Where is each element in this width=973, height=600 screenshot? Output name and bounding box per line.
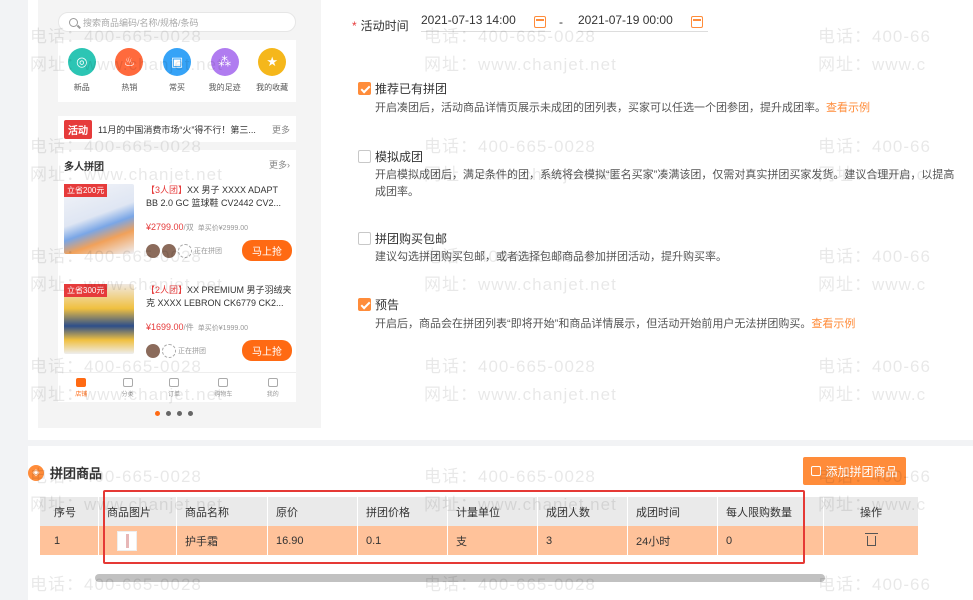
add-group-product-button[interactable]: 添加拼团商品 [803, 457, 906, 485]
preview-nav-favorite: ★ 我的收藏 [252, 48, 292, 93]
preview-nav-icons: ◎ 新品 ♨ 热销 ▣ 常买 ⁂ 我的足迹 ★ 我的收藏 [58, 40, 296, 102]
preview-nav-label: 我的收藏 [256, 83, 289, 92]
preview-tab-category: 分类 [122, 377, 134, 398]
new-icon: ◎ [67, 48, 96, 76]
preview-group-card: 多人拼团 更多› 立省200元 【3人团】XX 男子 XXXX ADAPT BB… [58, 150, 296, 372]
preview-nav-hot: ♨ 热销 [109, 48, 149, 93]
option-simulate-group[interactable]: 模拟成团 [358, 148, 423, 165]
cube-icon: ◈ [28, 464, 44, 481]
edit-icon [811, 466, 822, 476]
product-group-avatars: 正在拼团 [146, 244, 222, 258]
section-title: ◈ 拼团商品 [28, 463, 102, 482]
cell-index: 1 [40, 526, 99, 555]
preview-search-bar: 搜索商品编码/名称/规格/条码 [58, 12, 296, 32]
col-header: 操作 [860, 506, 882, 519]
avatar [162, 244, 176, 258]
preview-tabbar: 店铺 分类 订单 购物车 我的 [58, 372, 296, 402]
time-separator: - [559, 15, 563, 29]
carousel-dot[interactable] [177, 411, 182, 416]
carousel-dot[interactable] [166, 411, 171, 416]
product-name: 【3人团】XX 男子 XXXX ADAPT BB 2.0 GC 篮球鞋 CV24… [146, 185, 282, 208]
checkbox[interactable] [358, 232, 371, 245]
horizontal-scrollbar[interactable] [95, 574, 825, 582]
buy-now-button: 马上抢 [242, 240, 292, 261]
preview-nav-footprint: ⁂ 我的足迹 [205, 48, 245, 93]
annotation-highlight-box [103, 490, 805, 564]
option-desc: 建议勾选拼团购买包邮，或者选择包邮商品参加拼团活动，提升购买率。 [375, 251, 727, 263]
avatar [146, 244, 160, 258]
category-icon [122, 377, 133, 387]
calendar-icon[interactable] [534, 16, 546, 28]
user-icon [267, 377, 278, 387]
view-example-link[interactable]: 查看示例 [811, 318, 855, 330]
preview-nav-often: ▣ 常买 [157, 48, 197, 93]
col-header: 序号 [40, 497, 99, 526]
bag-icon: ▣ [162, 48, 191, 76]
preview-nav-label: 新品 [73, 83, 90, 92]
preview-tab-mine: 我的 [267, 377, 279, 398]
carousel-dots[interactable] [155, 411, 193, 416]
preview-tab-store: 店铺 [75, 377, 87, 398]
start-time-input[interactable]: 2021-07-13 14:00 [421, 13, 551, 32]
group-more: 更多› [269, 160, 290, 170]
product-save-badge: 立省300元 [64, 284, 108, 297]
preview-tab-cart: 购物车 [214, 377, 232, 398]
home-icon [76, 377, 87, 387]
preview-nav-label: 我的足迹 [208, 83, 241, 92]
preview-search-placeholder: 搜索商品编码/名称/规格/条码 [83, 17, 199, 28]
buy-now-button: 马上抢 [242, 340, 292, 361]
order-icon [168, 377, 179, 387]
preview-product: 立省200元 【3人团】XX 男子 XXXX ADAPT BB 2.0 GC 篮… [58, 180, 296, 280]
product-save-badge: 立省200元 [64, 184, 108, 197]
avatar [146, 344, 160, 358]
option-free-shipping[interactable]: 拼团购买包邮 [358, 230, 447, 247]
end-time-input[interactable]: 2021-07-19 00:00 [578, 13, 708, 32]
footprint-icon: ⁂ [210, 48, 239, 76]
checkbox[interactable] [358, 150, 371, 163]
activity-more: 更多 [271, 124, 290, 135]
activity-text: 11月的中国消费市场“火”得不行！第三... [98, 124, 256, 135]
fire-icon: ♨ [115, 48, 144, 76]
group-title: 多人拼团 [64, 162, 104, 173]
option-desc: 开启凑团后，活动商品详情页展示未成团的团列表，买家可以任选一个团参团，提升成团率… [375, 102, 870, 114]
option-recommend-groups[interactable]: 推荐已有拼团 [358, 80, 447, 97]
cell-action [824, 526, 918, 555]
preview-activity-bar: 活动 11月的中国消费市场“火”得不行！第三... 更多 [58, 116, 296, 142]
preview-nav-new: ◎ 新品 [62, 48, 102, 93]
star-icon: ★ [258, 48, 287, 76]
product-price: ¥2799.00/双 单买价¥2999.00 [146, 222, 248, 232]
product-name: 【2人团】XX PREMIUM 男子羽绒夹克 XXXX LEBRON CK677… [146, 285, 292, 308]
checkbox[interactable] [358, 82, 371, 95]
avatar-placeholder [162, 344, 176, 358]
product-group-avatars: 正在拼团 [146, 344, 206, 358]
option-desc: 开启模拟成团后，满足条件的团，系统将会模拟“匿名买家”凑满该团，仅需对真实拼团买… [375, 169, 955, 198]
activity-tag: 活动 [64, 119, 92, 139]
checkbox[interactable] [358, 298, 371, 311]
option-desc: 开启后，商品会在拼团列表“即将开始”和商品详情展示，但活动开始前用户无法拼团购买… [375, 318, 856, 330]
cart-icon [218, 377, 229, 387]
carousel-dot[interactable] [188, 411, 193, 416]
preview-tab-orders: 订单 [168, 377, 180, 398]
option-preview[interactable]: 预告 [358, 296, 399, 313]
preview-nav-label: 常买 [168, 83, 185, 92]
preview-nav-label: 热销 [121, 83, 138, 92]
avatar-placeholder [178, 244, 192, 258]
carousel-dot[interactable] [155, 411, 160, 416]
delete-icon[interactable] [864, 532, 878, 546]
activity-time-label: * 活动时间 [352, 19, 409, 33]
preview-product: 立省300元 【2人团】XX PREMIUM 男子羽绒夹克 XXXX LEBRO… [58, 280, 296, 380]
calendar-icon[interactable] [691, 16, 703, 28]
product-price: ¥1699.00/件 单买价¥1999.00 [146, 322, 248, 332]
search-icon [69, 17, 78, 27]
view-example-link[interactable]: 查看示例 [826, 102, 870, 114]
